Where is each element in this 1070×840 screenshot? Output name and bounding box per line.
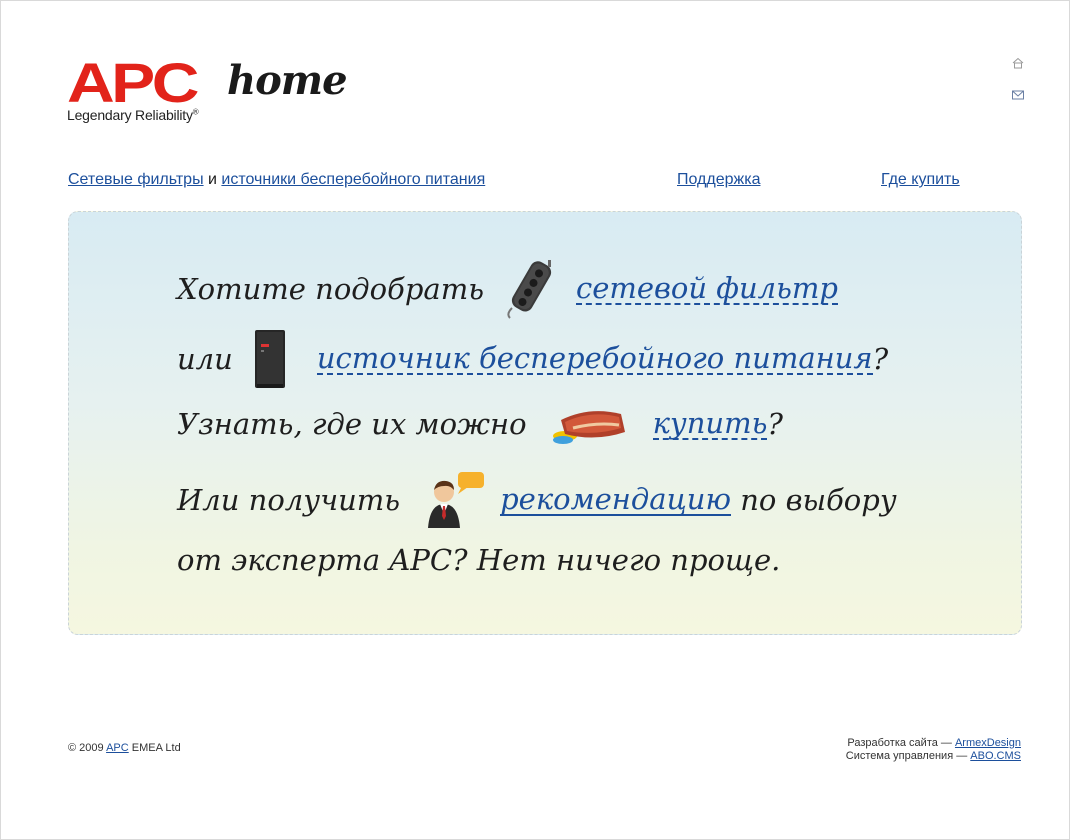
page-frame: APC home Legendary Reliability® Сетевые … bbox=[0, 0, 1070, 840]
hero-link-ups[interactable]: источник бесперебойного питания bbox=[316, 343, 873, 375]
nav-products: Сетевые фильтры и источники бесперебойно… bbox=[68, 171, 485, 189]
nav-link-ups[interactable]: источники бесперебойного питания bbox=[221, 171, 485, 188]
footer-dev-credit: Разработка сайта — ArmexDesign bbox=[846, 737, 1021, 750]
ups-icon bbox=[254, 330, 285, 388]
footer-copyright: © 2009 APC EMEA Ltd bbox=[68, 742, 181, 754]
hero-line-2-text: или bbox=[177, 342, 233, 376]
hero-line-2-suffix: ? bbox=[872, 342, 889, 376]
hero-line-5-text: от эксперта APC? Нет ничего проще. bbox=[177, 543, 781, 577]
hero-line-4-suffix: по выбору bbox=[731, 483, 897, 517]
footer-link-armexdesign[interactable]: ArmexDesign bbox=[955, 737, 1021, 749]
hero-line-4-text: Или получить bbox=[177, 483, 401, 517]
footer-cms-credit: Система управления — ABO.CMS bbox=[846, 750, 1021, 763]
hero-line-4: Или получить рекомендацию по выбору bbox=[177, 470, 897, 530]
hero-link-surge-filter[interactable]: сетевой фильтр bbox=[575, 273, 838, 305]
logo-tagline: Legendary Reliability® bbox=[67, 107, 199, 123]
nav-where: Где купить bbox=[881, 171, 960, 189]
expert-icon bbox=[428, 472, 485, 528]
mail-icon[interactable] bbox=[1011, 89, 1025, 101]
home-icon[interactable] bbox=[1011, 57, 1025, 69]
hero-line-3-text: Узнать, где их можно bbox=[177, 407, 527, 441]
dev-prefix: Разработка сайта — bbox=[847, 737, 955, 749]
hero-link-buy[interactable]: купить bbox=[652, 408, 768, 440]
logo-brand: APC bbox=[67, 51, 199, 114]
hero-line-3: Узнать, где их можно купить? bbox=[177, 398, 783, 450]
wallet-icon bbox=[552, 411, 625, 444]
nav-link-filters[interactable]: Сетевые фильтры bbox=[68, 171, 204, 188]
copyright-suffix: EMEA Ltd bbox=[128, 742, 181, 754]
hero-line-2: или источник бесперебойного питания? bbox=[177, 328, 888, 390]
hero-link-recommendation[interactable]: рекомендацию bbox=[500, 484, 732, 516]
copyright-prefix: © 2009 bbox=[68, 742, 107, 754]
footer-link-abocms[interactable]: ABO.CMS bbox=[970, 750, 1021, 762]
logo-product: home bbox=[227, 57, 348, 104]
cms-prefix: Система управления — bbox=[845, 750, 971, 762]
hero-panel: Хотите подобрать сетевой фильтр или исто… bbox=[68, 211, 1022, 635]
hero-line-1: Хотите подобрать сетевой фильтр bbox=[177, 258, 838, 320]
hero-line-3-suffix: ? bbox=[767, 407, 783, 441]
nav-and-text: и bbox=[203, 171, 222, 188]
footer-link-apc[interactable]: APC bbox=[106, 742, 129, 754]
power-strip-icon bbox=[507, 260, 552, 319]
hero-line-5: от эксперта APC? Нет ничего проще. bbox=[177, 540, 780, 580]
nav-link-support[interactable]: Поддержка bbox=[677, 171, 760, 188]
footer-credits: Разработка сайта — ArmexDesign Система у… bbox=[846, 737, 1021, 763]
nav-link-where-to-buy[interactable]: Где купить bbox=[881, 171, 960, 188]
apc-home-logo[interactable]: APC home Legendary Reliability® bbox=[67, 53, 367, 125]
hero-line-1-text: Хотите подобрать bbox=[177, 272, 484, 306]
nav-support: Поддержка bbox=[677, 171, 760, 189]
